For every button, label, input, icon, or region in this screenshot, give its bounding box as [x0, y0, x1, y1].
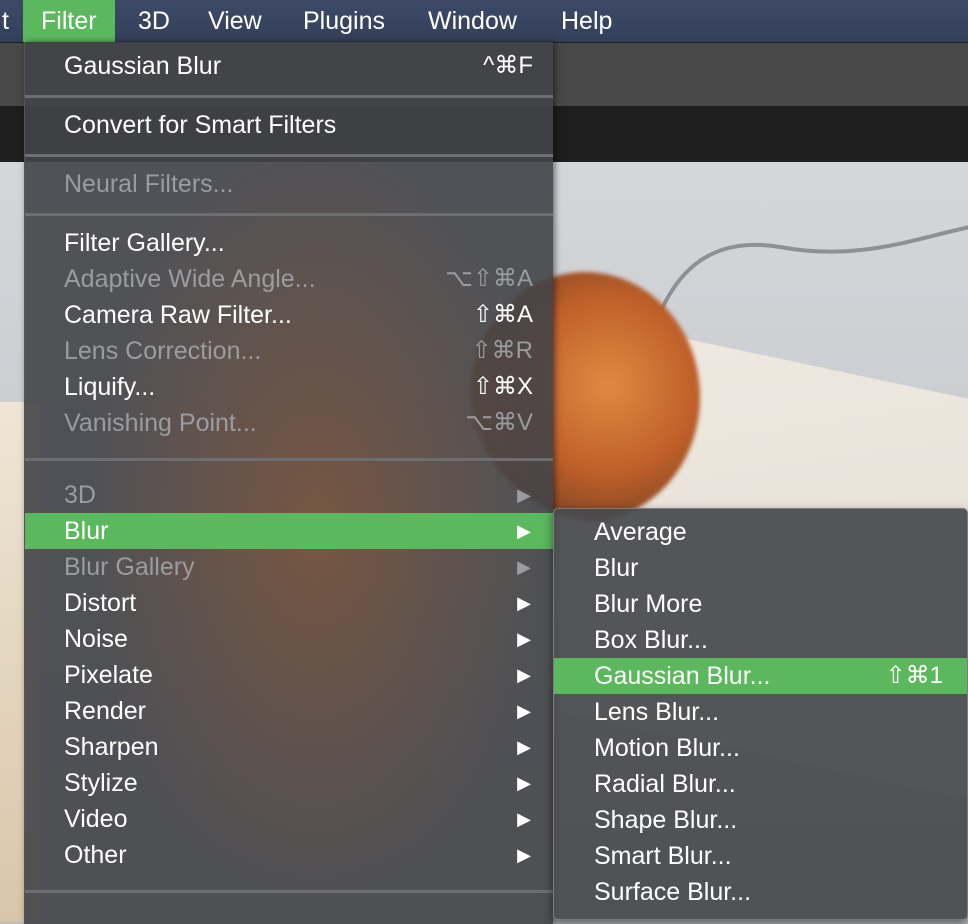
menu-item-label: Other	[64, 841, 127, 869]
submenu-item-blur-more[interactable]: Blur More	[554, 586, 967, 622]
filter-menu: Gaussian Blur ^⌘F Convert for Smart Filt…	[24, 42, 553, 924]
menu-window[interactable]: Window	[410, 0, 535, 42]
menu-separator	[25, 154, 553, 157]
menu-item-label: Shape Blur...	[594, 806, 738, 834]
menu-item-label: Lens Blur...	[594, 698, 720, 726]
menu-item-label: 3D	[64, 481, 96, 509]
submenu-arrow-icon: ▶	[517, 557, 531, 577]
submenu-item-radial-blur[interactable]: Radial Blur...	[554, 766, 967, 802]
menu-item-label: Liquify...	[64, 373, 156, 401]
menu-item-label: Motion Blur...	[594, 734, 740, 762]
menu-item-filter-gallery[interactable]: Filter Gallery...	[25, 225, 553, 261]
menu-item-last-filter[interactable]: Gaussian Blur ^⌘F	[25, 48, 553, 84]
menu-item-liquify[interactable]: Liquify... ⇧⌘X	[25, 369, 553, 405]
menu-item-label: Blur	[64, 517, 109, 545]
menu-item-label: Adaptive Wide Angle...	[64, 265, 316, 293]
menu-item-neural-filters: Neural Filters...	[25, 166, 553, 202]
submenu-item-blur[interactable]: Blur	[554, 550, 967, 586]
submenu-arrow-icon: ▶	[517, 737, 531, 757]
menu-item-label: Surface Blur...	[594, 878, 752, 906]
menu-item-label: Camera Raw Filter...	[64, 301, 292, 329]
menu-view[interactable]: View	[190, 0, 280, 42]
shortcut-label: ⇧⌘1	[885, 662, 943, 689]
submenu-item-motion-blur[interactable]: Motion Blur...	[554, 730, 967, 766]
menu-item-label: Box Blur...	[594, 626, 708, 654]
menu-item-label: Radial Blur...	[594, 770, 736, 798]
menu-item-label: Noise	[64, 625, 128, 653]
menu-3d[interactable]: 3D	[120, 0, 188, 42]
submenu-arrow-icon: ▶	[517, 845, 531, 865]
menu-item-label: Filter Gallery...	[64, 229, 225, 257]
menu-item-label: Render	[64, 697, 146, 725]
submenu-noise[interactable]: Noise ▶	[25, 621, 553, 657]
menu-item-label: Vanishing Point...	[64, 409, 257, 437]
menu-item-label: Smart Blur...	[594, 842, 732, 870]
submenu-item-gaussian-blur[interactable]: Gaussian Blur... ⇧⌘1	[554, 658, 967, 694]
menu-item-adaptive-wide-angle: Adaptive Wide Angle... ⌥⇧⌘A	[25, 261, 553, 297]
submenu-stylize[interactable]: Stylize ▶	[25, 765, 553, 801]
menu-separator	[25, 95, 553, 98]
shortcut-label: ⇧⌘X	[472, 373, 533, 400]
submenu-item-lens-blur[interactable]: Lens Blur...	[554, 694, 967, 730]
submenu-item-smart-blur[interactable]: Smart Blur...	[554, 838, 967, 874]
menu-item-vanishing-point: Vanishing Point... ⌥⌘V	[25, 405, 553, 441]
menu-item-label: Pixelate	[64, 661, 153, 689]
submenu-item-box-blur[interactable]: Box Blur...	[554, 622, 967, 658]
submenu-arrow-icon: ▶	[517, 629, 531, 649]
menu-separator	[25, 458, 553, 461]
submenu-blur[interactable]: Blur ▶	[25, 513, 553, 549]
submenu-arrow-icon: ▶	[517, 593, 531, 613]
menu-item-lens-correction: Lens Correction... ⇧⌘R	[25, 333, 553, 369]
menu-help[interactable]: Help	[543, 0, 630, 42]
menu-item-label: Video	[64, 805, 128, 833]
blur-submenu: Average Blur Blur More Box Blur... Gauss…	[553, 508, 968, 920]
submenu-item-shape-blur[interactable]: Shape Blur...	[554, 802, 967, 838]
menu-item-label: Gaussian Blur...	[594, 662, 771, 690]
menu-item-label: Distort	[64, 589, 137, 617]
submenu-video[interactable]: Video ▶	[25, 801, 553, 837]
submenu-sharpen[interactable]: Sharpen ▶	[25, 729, 553, 765]
menu-item-label: Blur Gallery	[64, 553, 195, 581]
menu-separator	[25, 890, 553, 893]
menu-bar: t Filter 3D View Plugins Window Help	[0, 0, 968, 42]
submenu-3d: 3D ▶	[25, 477, 553, 513]
shortcut-label: ⇧⌘R	[471, 337, 533, 364]
menu-item-label: Blur More	[594, 590, 703, 618]
menu-item-label: Lens Correction...	[64, 337, 262, 365]
menu-item-label: Stylize	[64, 769, 138, 797]
submenu-blur-gallery: Blur Gallery ▶	[25, 549, 553, 585]
menu-item-label: Blur	[594, 554, 639, 582]
submenu-arrow-icon: ▶	[517, 773, 531, 793]
menu-plugins[interactable]: Plugins	[285, 0, 403, 42]
submenu-arrow-icon: ▶	[517, 485, 531, 505]
shortcut-label: ^⌘F	[483, 52, 533, 79]
submenu-arrow-icon: ▶	[517, 521, 531, 541]
menu-item-camera-raw-filter[interactable]: Camera Raw Filter... ⇧⌘A	[25, 297, 553, 333]
submenu-pixelate[interactable]: Pixelate ▶	[25, 657, 553, 693]
menu-item-label: Average	[594, 518, 687, 546]
submenu-arrow-icon: ▶	[517, 701, 531, 721]
menu-item-label: Neural Filters...	[64, 170, 234, 198]
shortcut-label: ⌥⇧⌘A	[445, 265, 533, 292]
menu-item-label: Gaussian Blur	[64, 52, 222, 80]
submenu-distort[interactable]: Distort ▶	[25, 585, 553, 621]
menu-separator	[25, 213, 553, 216]
submenu-render[interactable]: Render ▶	[25, 693, 553, 729]
submenu-arrow-icon: ▶	[517, 665, 531, 685]
menu-item-convert-smart-filters[interactable]: Convert for Smart Filters	[25, 107, 553, 143]
submenu-other[interactable]: Other ▶	[25, 837, 553, 873]
shortcut-label: ⇧⌘A	[472, 301, 533, 328]
shortcut-label: ⌥⌘V	[465, 409, 533, 436]
submenu-arrow-icon: ▶	[517, 809, 531, 829]
submenu-item-surface-blur[interactable]: Surface Blur...	[554, 874, 967, 910]
menu-filter[interactable]: Filter	[23, 0, 115, 42]
menu-item-label: Convert for Smart Filters	[64, 111, 337, 139]
submenu-item-average[interactable]: Average	[554, 514, 967, 550]
menu-item-label: Sharpen	[64, 733, 159, 761]
